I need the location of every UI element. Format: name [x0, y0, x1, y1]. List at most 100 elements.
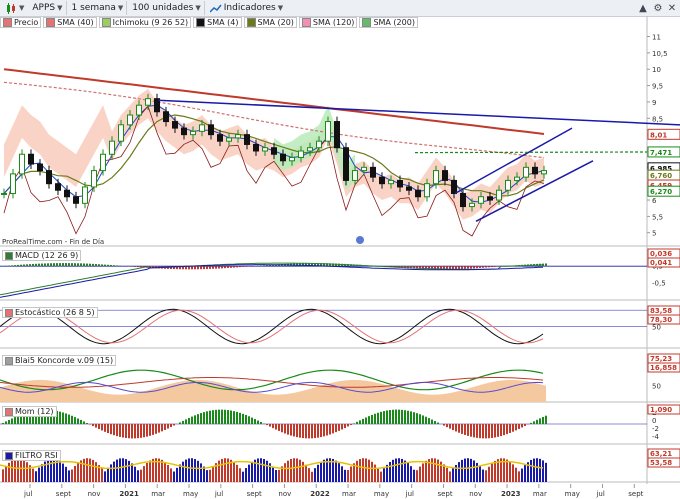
- koncorde-area: [56, 381, 58, 402]
- rsi-bar: [362, 458, 364, 482]
- rsi-bar: [323, 459, 325, 482]
- rsi-bar: [482, 469, 484, 482]
- rsi-bar: [431, 458, 433, 482]
- panel-badge-text: 63,21: [650, 450, 672, 458]
- koncorde-area: [312, 387, 314, 402]
- koncorde-area: [206, 380, 208, 402]
- mom-histogram-bar: [167, 424, 169, 429]
- macd-histogram-bar: [89, 263, 91, 267]
- mom-histogram-bar: [278, 424, 280, 431]
- candle-body: [451, 179, 457, 194]
- macd-histogram-bar: [545, 263, 547, 267]
- rsi-bar: [443, 464, 445, 482]
- rsi-bar: [206, 470, 208, 482]
- candle-body: [37, 163, 43, 172]
- koncorde-area: [334, 382, 336, 402]
- koncorde-area: [460, 390, 462, 402]
- candle-body: [1, 192, 7, 195]
- mom-histogram-bar: [362, 418, 364, 424]
- rsi-bar: [425, 460, 427, 482]
- candle-body: [424, 183, 430, 198]
- koncorde-area: [538, 383, 540, 402]
- koncorde-area: [282, 394, 284, 402]
- koncorde-area: [360, 380, 362, 402]
- rsi-bar: [284, 463, 286, 482]
- koncorde-area: [80, 387, 82, 402]
- mom-histogram-bar: [74, 417, 76, 424]
- rsi-bar: [173, 471, 175, 482]
- koncorde-area: [344, 380, 346, 402]
- panel-badge-text: 1,090: [650, 406, 672, 414]
- koncorde-area: [188, 380, 190, 402]
- macd-histogram-bar: [191, 266, 193, 270]
- mom-histogram-bar: [461, 424, 463, 434]
- mom-histogram-bar: [155, 424, 157, 434]
- macd-histogram-bar: [485, 266, 487, 268]
- macd-histogram-bar: [140, 266, 142, 268]
- macd-histogram-bar: [239, 266, 241, 268]
- koncorde-area: [358, 380, 360, 402]
- price-chart[interactable]: 1110,5109,598,587,576,565,558,017,4716,9…: [0, 0, 680, 499]
- rsi-bar: [524, 465, 526, 482]
- mom-histogram-bar: [95, 424, 97, 428]
- mom-histogram-bar: [296, 424, 298, 438]
- rsi-bar: [407, 463, 409, 482]
- mom-histogram-bar: [233, 411, 235, 424]
- mom-histogram-bar: [221, 409, 223, 424]
- macd-histogram-bar: [50, 263, 52, 267]
- mom-histogram-bar: [512, 424, 514, 432]
- mom-histogram-bar: [470, 424, 472, 437]
- mom-histogram-bar: [239, 412, 241, 424]
- mom-histogram-bar: [497, 424, 499, 437]
- mom-histogram-bar: [419, 414, 421, 424]
- panel-badge-text: 53,58: [650, 459, 672, 467]
- rsi-bar: [266, 460, 268, 482]
- koncorde-area: [346, 380, 348, 402]
- macd-histogram-bar: [467, 266, 469, 269]
- mom-histogram-bar: [206, 411, 208, 424]
- candle-body: [541, 170, 547, 175]
- rsi-bar: [506, 459, 508, 482]
- macd-histogram-bar: [134, 266, 136, 267]
- macd-histogram-bar: [455, 266, 457, 270]
- rsi-bar: [485, 470, 487, 482]
- koncorde-area: [266, 394, 268, 402]
- koncorde-area: [306, 389, 308, 402]
- mom-histogram-bar: [134, 424, 136, 439]
- macd-histogram-bar: [263, 265, 265, 267]
- rsi-bar: [149, 460, 151, 482]
- mom-histogram-bar: [104, 424, 106, 432]
- candle-body: [172, 121, 178, 129]
- macd-histogram-bar: [92, 263, 94, 267]
- mom-histogram-bar: [464, 424, 466, 435]
- koncorde-area: [478, 385, 480, 402]
- price-badge-text: 6,270: [650, 188, 672, 196]
- rsi-bar: [26, 462, 28, 482]
- macd-histogram-bar: [215, 266, 217, 269]
- mom-histogram-bar: [299, 424, 301, 438]
- rsi-bar: [116, 459, 118, 482]
- koncorde-area: [134, 393, 136, 402]
- mom-histogram-bar: [311, 424, 313, 439]
- mom-histogram-bar: [68, 414, 70, 424]
- macd-histogram-bar: [113, 265, 115, 267]
- macd-histogram-bar: [266, 265, 268, 267]
- candle-body: [280, 153, 286, 162]
- rsi-bar: [320, 461, 322, 482]
- mom-histogram-bar: [62, 412, 64, 424]
- mom-histogram-bar: [122, 424, 124, 438]
- rsi-bar: [50, 458, 52, 482]
- macd-histogram-bar: [29, 264, 31, 267]
- macd-histogram-bar: [107, 264, 109, 267]
- koncorde-area: [258, 393, 260, 402]
- rsi-bar: [128, 460, 130, 482]
- rsi-bar: [23, 459, 25, 482]
- mom-histogram-bar: [77, 418, 79, 424]
- rsi-bar: [41, 464, 43, 482]
- macd-histogram-bar: [488, 266, 490, 268]
- koncorde-area: [280, 394, 282, 402]
- mom-histogram-bar: [353, 423, 355, 424]
- koncorde-area: [468, 388, 470, 402]
- mom-histogram-bar: [320, 424, 322, 438]
- rsi-bar: [11, 460, 13, 482]
